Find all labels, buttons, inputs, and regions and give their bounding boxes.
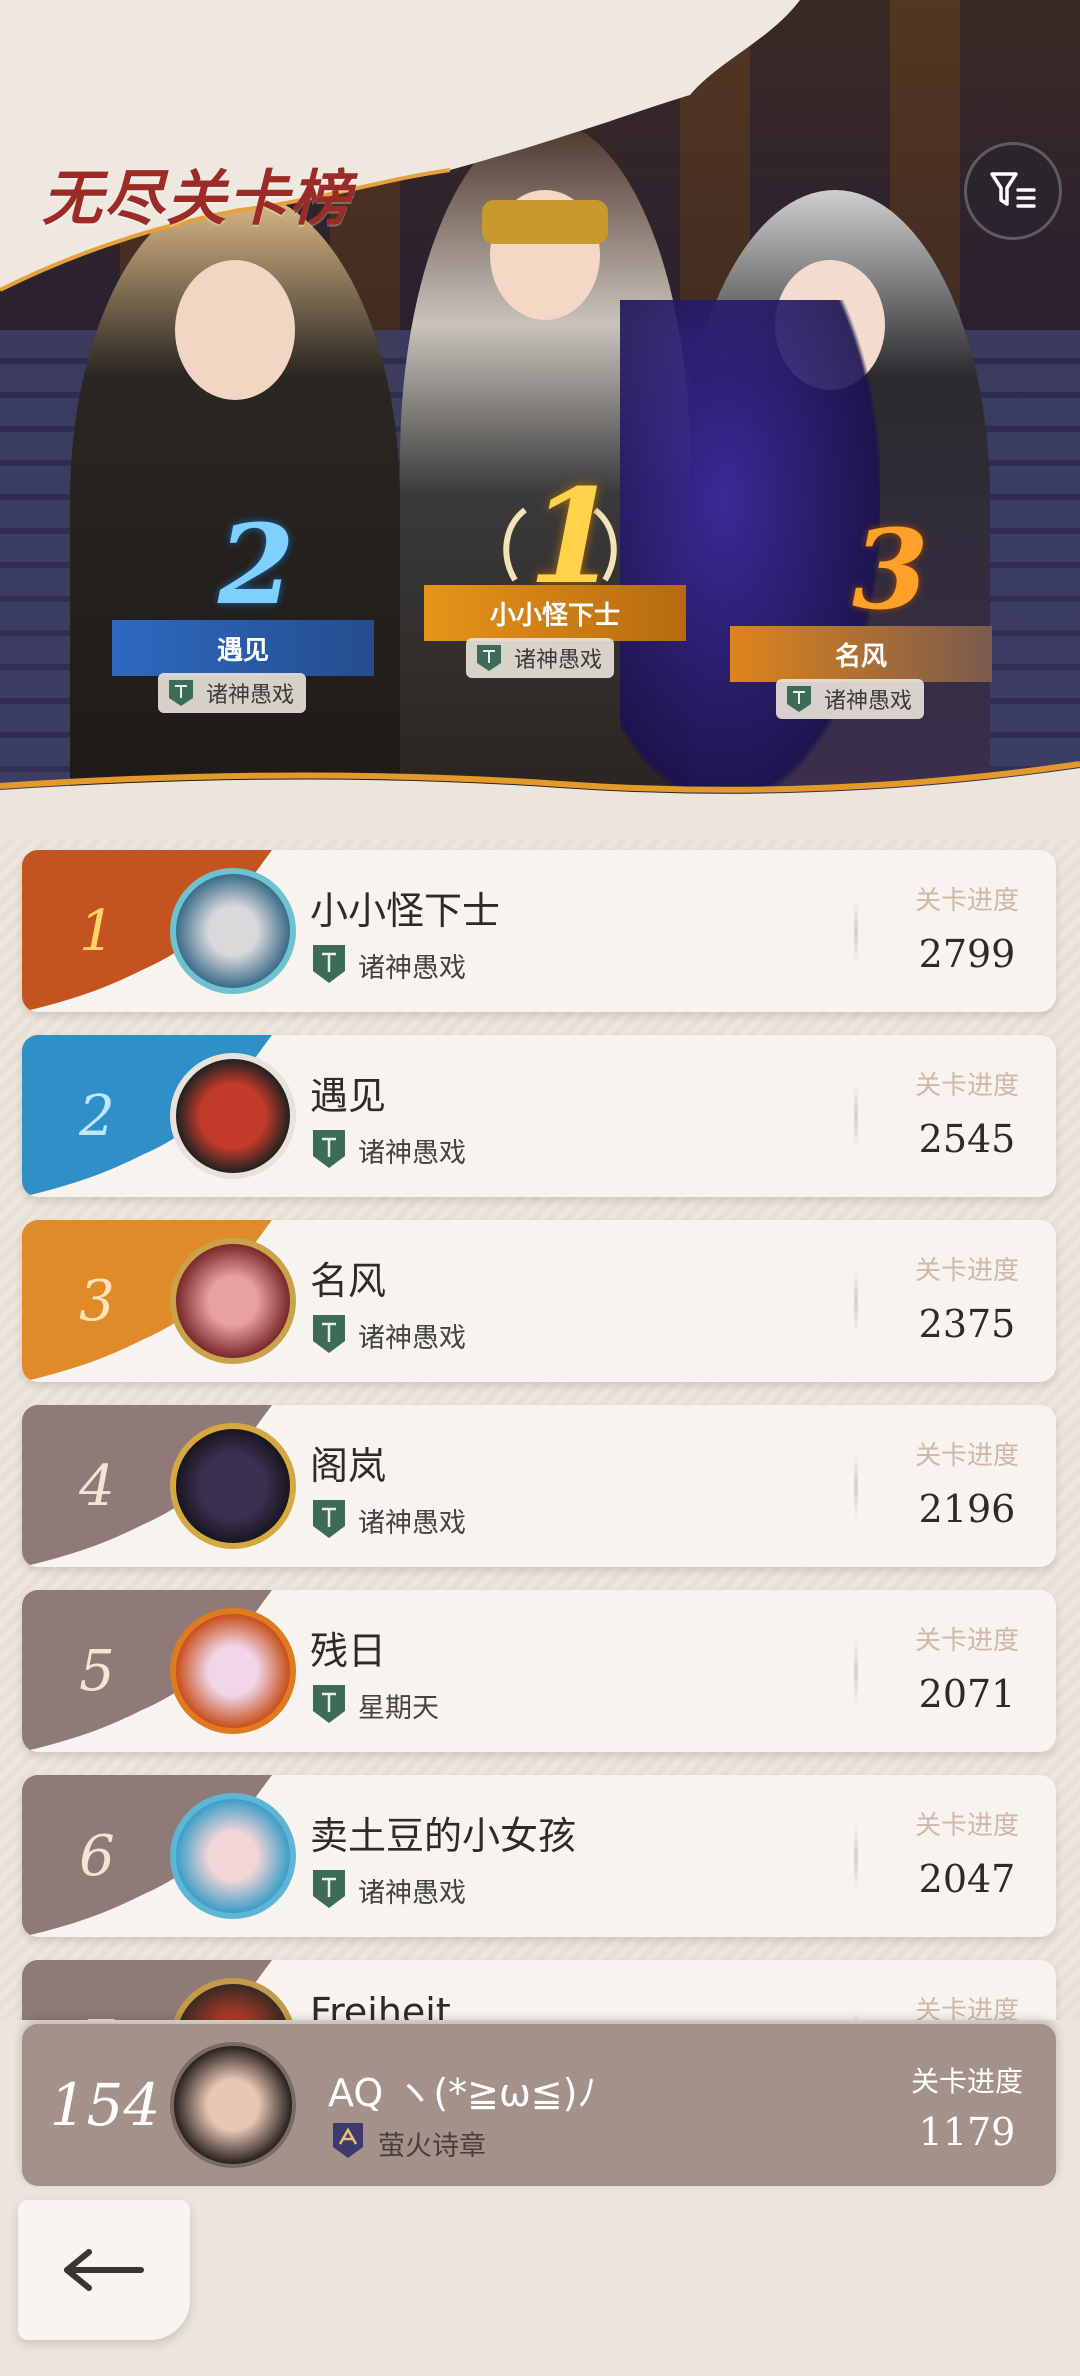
guild-emblem-icon: [313, 945, 345, 983]
player-name: 阁岚: [310, 1444, 387, 1488]
progress-label: 关卡进度: [914, 1996, 1019, 2020]
hero-bottom-edge: [0, 761, 1080, 810]
avatar: [170, 868, 296, 994]
podium-rank-3: 3: [852, 505, 929, 634]
player-name: 卖土豆的小女孩: [310, 1814, 577, 1858]
avatar: [170, 1793, 296, 1919]
my-progress-label: 关卡进度: [910, 2065, 1023, 2098]
rank-number: 1: [79, 898, 115, 964]
guild-emblem-icon: [313, 1870, 345, 1908]
progress-label: 关卡进度: [914, 1626, 1019, 1656]
avatar: [170, 1423, 296, 1549]
player-name: 名风: [310, 1259, 387, 1303]
guild-emblem-icon: [313, 1685, 345, 1723]
guild-emblem-icon: [333, 2123, 363, 2158]
podium-name-3: 名风: [730, 626, 992, 682]
guild-emblem-icon: [169, 680, 193, 706]
leaderboard-row[interactable]: 4 阁岚 诸神愚戏 关卡进度 2196: [22, 1405, 1056, 1567]
my-player-name: AQ ヽ(*≧ω≦)ﾉ: [328, 2071, 597, 2115]
rank-number: 3: [79, 1268, 115, 1334]
filter-list-icon: [990, 172, 1036, 208]
progress-value: 2799: [918, 932, 1016, 976]
my-avatar: [170, 2042, 296, 2168]
progress-label: 关卡进度: [914, 1811, 1019, 1841]
guild-emblem-icon: [313, 1500, 345, 1538]
progress-label: 关卡进度: [914, 886, 1019, 916]
page-title: 无尽关卡榜: [42, 164, 352, 234]
guild-name: 诸神愚戏: [358, 1508, 466, 1539]
guild-emblem-icon: [477, 645, 501, 671]
avatar: [170, 1238, 296, 1364]
podium-guild-3: 诸神愚戏: [776, 679, 925, 719]
guild-emblem-icon: [313, 1130, 345, 1168]
podium-guild-1: 诸神愚戏: [466, 638, 615, 678]
progress-value: 2196: [918, 1487, 1016, 1531]
progress-value: 2071: [918, 1672, 1016, 1716]
progress-value: 2545: [918, 1117, 1016, 1161]
guild-name: 诸神愚戏: [358, 1323, 466, 1354]
rank-number: 6: [79, 1823, 115, 1889]
player-name: 残日: [310, 1629, 387, 1673]
my-rank-row[interactable]: 154 AQ ヽ(*≧ω≦)ﾉ 萤火诗章 关卡进度 1179: [22, 2024, 1056, 2186]
podium-name-2: 遇见: [112, 620, 374, 676]
progress-value: 2047: [918, 1857, 1016, 1901]
guild-emblem-icon: [313, 1315, 345, 1353]
guild-name: 诸神愚戏: [358, 1878, 466, 1909]
rank-number: 7: [52, 1960, 142, 2021]
my-progress-value: 1179: [918, 2110, 1016, 2154]
rank-number: 2: [79, 1083, 115, 1149]
guild-emblem-icon: [787, 686, 811, 712]
rank-number: 4: [79, 1453, 115, 1519]
leaderboard-row[interactable]: 3 名风 诸神愚戏 关卡进度 2375: [22, 1220, 1056, 1382]
rank-number: 5: [79, 1638, 115, 1704]
avatar: [170, 1053, 296, 1179]
player-name: Freiheit: [310, 1990, 451, 2020]
player-name: 小小怪下士: [310, 889, 501, 933]
leaderboard-row[interactable]: 1 小小怪下士 诸神愚戏 关卡进度 2799: [22, 850, 1056, 1012]
my-rank-number: 154: [49, 2071, 161, 2139]
progress-label: 关卡进度: [914, 1441, 1019, 1471]
leaderboard-row[interactable]: 6 卖土豆的小女孩 诸神愚戏 关卡进度 2047: [22, 1775, 1056, 1937]
leaderboard-row[interactable]: 7 Freiheit 关卡进度: [22, 1960, 1056, 2020]
avatar: [170, 1608, 296, 1734]
podium-name-1: 小小怪下士: [424, 585, 686, 641]
progress-label: 关卡进度: [914, 1071, 1019, 1101]
leaderboard-list[interactable]: 1 小小怪下士 诸神愚戏 关卡进度 2799 2 遇见 诸神愚戏 关卡进度 25…: [0, 840, 1080, 2020]
leaderboard-row[interactable]: 2 遇见 诸神愚戏 关卡进度 2545: [22, 1035, 1056, 1197]
guild-name: 诸神愚戏: [358, 953, 466, 984]
guild-name: 诸神愚戏: [358, 1138, 466, 1169]
progress-value: 2375: [918, 1302, 1016, 1346]
podium-guild-2: 诸神愚戏: [158, 673, 307, 713]
back-arrow-icon: [64, 2249, 144, 2291]
hero-banner: 2 遇见 诸神愚戏 1 小小怪下士 诸神愚戏 3 名风 诸神愚戏 无尽关卡榜: [0, 0, 1080, 810]
back-button[interactable]: [18, 2200, 190, 2340]
progress-label: 关卡进度: [914, 1256, 1019, 1286]
player-name: 遇见: [310, 1074, 387, 1118]
podium-rank-2: 2: [218, 500, 295, 629]
filter-button[interactable]: [964, 142, 1062, 240]
my-guild-name: 萤火诗章: [378, 2131, 486, 2162]
leaderboard-row[interactable]: 5 残日 星期天 关卡进度 2071: [22, 1590, 1056, 1752]
guild-name: 星期天: [358, 1693, 439, 1724]
